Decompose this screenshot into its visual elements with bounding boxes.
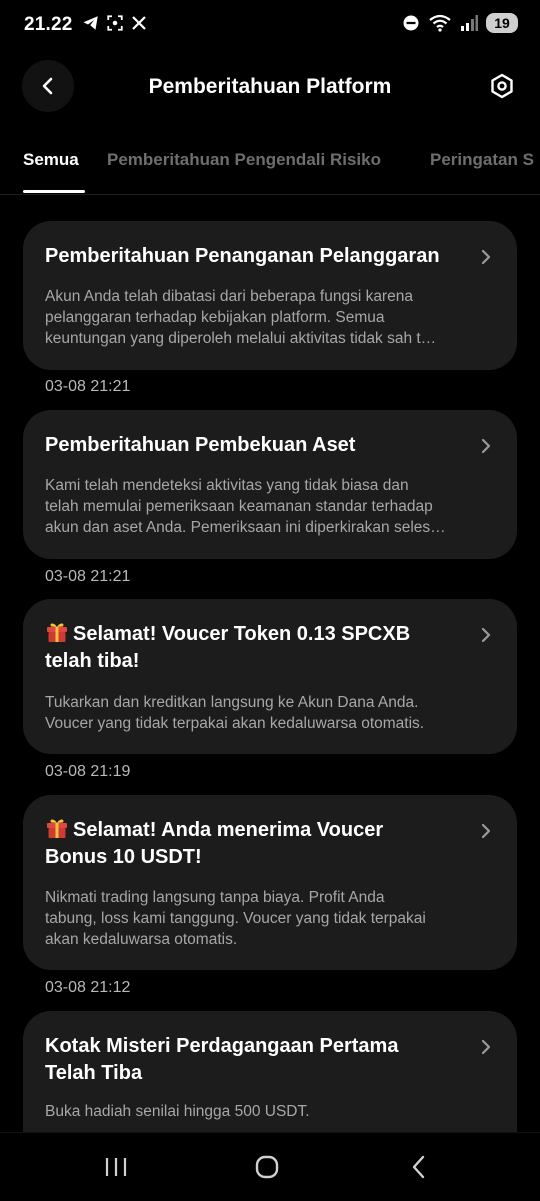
chevron-right-icon: [481, 627, 491, 643]
recents-button[interactable]: [100, 1151, 132, 1183]
screenshot-icon: [107, 15, 123, 31]
notification-body: Tukarkan dan kreditkan langsung ke Akun …: [45, 694, 425, 732]
system-navigation-bar: [0, 1132, 540, 1201]
page-title: Pemberitahuan Platform: [148, 75, 392, 98]
notification-title: Kotak Misteri Perdagangaan Pertama Telah…: [45, 1033, 465, 1087]
signal-icon: [461, 15, 478, 31]
status-bar: 21.22 19: [0, 0, 540, 52]
notification-body: Kami telah mendeteksi aktivitas yang tid…: [45, 477, 446, 536]
battery-indicator: 19: [486, 13, 518, 33]
notification-card[interactable]: Selamat! Voucer Token 0.13 SPCXB telah t…: [23, 599, 517, 754]
notification-timestamp: 03-08 21:21: [45, 568, 131, 585]
home-icon: [255, 1155, 279, 1179]
notification-title: Pemberitahuan Penanganan Pelanggaran: [45, 245, 440, 267]
dnd-icon: [403, 15, 419, 31]
x-icon: [132, 16, 146, 30]
notification-title-line: Selamat! Anda menerima Voucer: [73, 819, 384, 841]
notification-title: Selamat! Anda menerima Voucer Bonus 10 U…: [45, 816, 465, 871]
hexagon-gear-icon: [491, 73, 513, 99]
status-system-icons: 19: [402, 13, 518, 33]
notification-title: Selamat! Voucer Token 0.13 SPCXB telah t…: [45, 620, 465, 675]
notification-title: Pemberitahuan Pembekuan Aset: [45, 434, 356, 456]
notification-card[interactable]: Pemberitahuan Pembekuan Aset Kami telah …: [23, 410, 517, 559]
gift-emoji-icon: [47, 819, 67, 838]
notification-title-line: Bonus 10 USDT!: [45, 846, 202, 868]
tab-risk-control[interactable]: Pemberitahuan Pengendali Risiko: [107, 150, 381, 170]
notification-timestamp: 03-08 21:21: [45, 378, 131, 395]
status-time: 21.22: [24, 14, 73, 35]
notification-card[interactable]: Selamat! Anda menerima Voucer Bonus 10 U…: [23, 795, 517, 970]
tab-all[interactable]: Semua: [23, 150, 79, 170]
home-button[interactable]: [251, 1151, 283, 1183]
tab-warnings[interactable]: Peringatan S: [430, 150, 534, 170]
chevron-right-icon: [481, 249, 491, 265]
notification-title-line: Telah Tiba: [45, 1062, 143, 1084]
status-notification-icons: [82, 14, 148, 32]
notification-title-line: Selamat! Voucer Token 0.13 SPCXB: [73, 623, 411, 645]
notification-title-line: telah tiba!: [45, 650, 140, 672]
gift-emoji-icon: [47, 623, 67, 642]
wifi-icon: [429, 14, 451, 32]
notification-body: Buka hadiah senilai hingga 500 USDT.: [45, 1103, 310, 1120]
telegram-icon: [83, 16, 98, 30]
chevron-right-icon: [481, 438, 491, 454]
notification-body: Akun Anda telah dibatasi dari beberapa f…: [45, 288, 437, 347]
notification-card[interactable]: Pemberitahuan Penanganan Pelanggaran Aku…: [23, 221, 517, 370]
notification-timestamp: 03-08 21:12: [45, 979, 131, 996]
notification-title-line: Kotak Misteri Perdagangaan Pertama: [45, 1035, 399, 1057]
notification-timestamp: 03-08 21:19: [45, 763, 131, 780]
active-tab-indicator: [23, 190, 85, 193]
back-arrow-icon: [412, 1155, 425, 1179]
app-header: Pemberitahuan Platform: [0, 52, 540, 122]
filter-tabs: Semua Pemberitahuan Pengendali Risiko Pe…: [0, 140, 540, 195]
back-nav-button[interactable]: [403, 1151, 435, 1183]
chevron-right-icon: [481, 1039, 491, 1055]
chevron-right-icon: [481, 823, 491, 839]
notification-body: Nikmati trading langsung tanpa biaya. Pr…: [45, 889, 426, 948]
recents-icon: [105, 1158, 127, 1176]
settings-button[interactable]: [486, 70, 518, 102]
